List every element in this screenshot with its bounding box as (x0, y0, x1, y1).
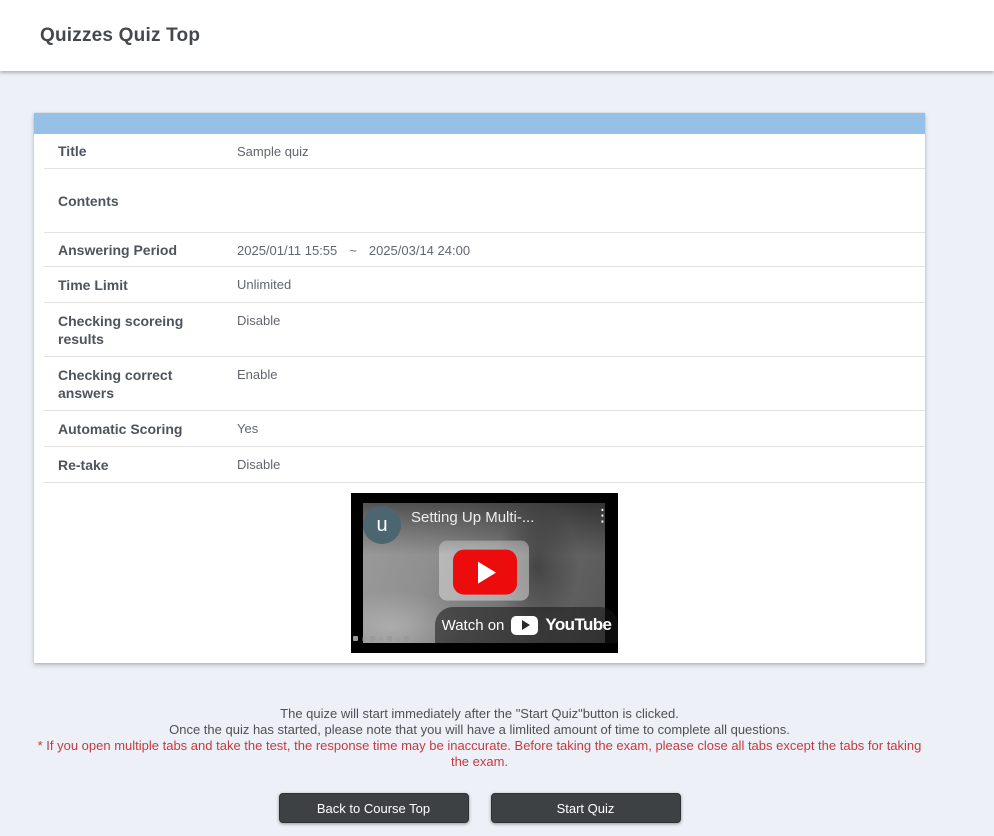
field-value: Disable (237, 303, 925, 328)
period-separator: ~ (349, 243, 357, 258)
table-row-contents: Contents (44, 169, 925, 233)
field-label: Automatic Scoring (44, 420, 237, 438)
field-label: Checking scoreing results (44, 312, 237, 348)
quiz-info-panel: Title Sample quiz Contents Answering Per… (34, 113, 925, 663)
field-value: Unlimited (237, 267, 925, 292)
app-header: Quizzes Quiz Top (0, 0, 994, 71)
field-value: Yes (237, 411, 925, 436)
period-start: 2025/01/11 15:55 (237, 243, 337, 258)
video-row: u Setting Up Multi-... ⋮ Watch on YouTub… (44, 483, 925, 663)
field-value: Disable (237, 447, 925, 472)
play-icon (478, 561, 496, 583)
video-title-link[interactable]: Setting Up Multi-... (411, 509, 561, 526)
youtube-embed[interactable]: u Setting Up Multi-... ⋮ Watch on YouTub… (351, 493, 618, 653)
table-row-time-limit: Time Limit Unlimited (44, 267, 925, 303)
panel-accent-bar (34, 113, 925, 134)
youtube-wordmark: YouTube (545, 615, 611, 635)
field-label: Time Limit (44, 276, 237, 294)
field-label: Re-take (44, 456, 237, 474)
thumbnail-artifact-dots (353, 636, 409, 641)
field-label: Contents (44, 192, 237, 210)
field-label: Checking correct answers (44, 366, 237, 402)
play-button[interactable] (453, 550, 517, 595)
table-row-title: Title Sample quiz (44, 134, 925, 169)
field-label: Answering Period (44, 241, 237, 259)
notice-line-1: The quize will start immediately after t… (34, 706, 925, 722)
start-quiz-button[interactable]: Start Quiz (491, 793, 681, 823)
field-value: Enable (237, 357, 925, 382)
field-value (237, 169, 925, 179)
quiz-notices: The quize will start immediately after t… (34, 706, 925, 770)
table-row-checking-correct-answers: Checking correct answers Enable (44, 357, 925, 411)
table-row-checking-scoring-results: Checking scoreing results Disable (44, 303, 925, 357)
channel-avatar[interactable]: u (363, 506, 401, 544)
notice-line-2: Once the quiz has started, please note t… (34, 722, 925, 738)
quiz-info-table: Title Sample quiz Contents Answering Per… (44, 134, 925, 663)
table-row-answering-period: Answering Period 2025/01/11 15:55 ~2025/0… (44, 233, 925, 267)
table-row-retake: Re-take Disable (44, 447, 925, 483)
action-buttons: Back to Course Top Start Quiz (34, 793, 925, 823)
watch-on-label: Watch on (442, 617, 505, 634)
page-title: Quizzes Quiz Top (40, 25, 200, 47)
table-row-automatic-scoring: Automatic Scoring Yes (44, 411, 925, 447)
youtube-play-badge-icon (511, 616, 538, 635)
field-value: 2025/01/11 15:55 ~2025/03/14 24:00 (237, 233, 925, 258)
kebab-menu-icon[interactable]: ⋮ (594, 507, 610, 524)
watch-on-youtube-link[interactable]: Watch on YouTube (435, 607, 618, 643)
field-label: Title (44, 142, 237, 160)
warning-text: * If you open multiple tabs and take the… (34, 738, 925, 770)
field-value: Sample quiz (237, 134, 925, 159)
back-to-course-top-button[interactable]: Back to Course Top (279, 793, 469, 823)
period-end: 2025/03/14 24:00 (369, 243, 470, 258)
